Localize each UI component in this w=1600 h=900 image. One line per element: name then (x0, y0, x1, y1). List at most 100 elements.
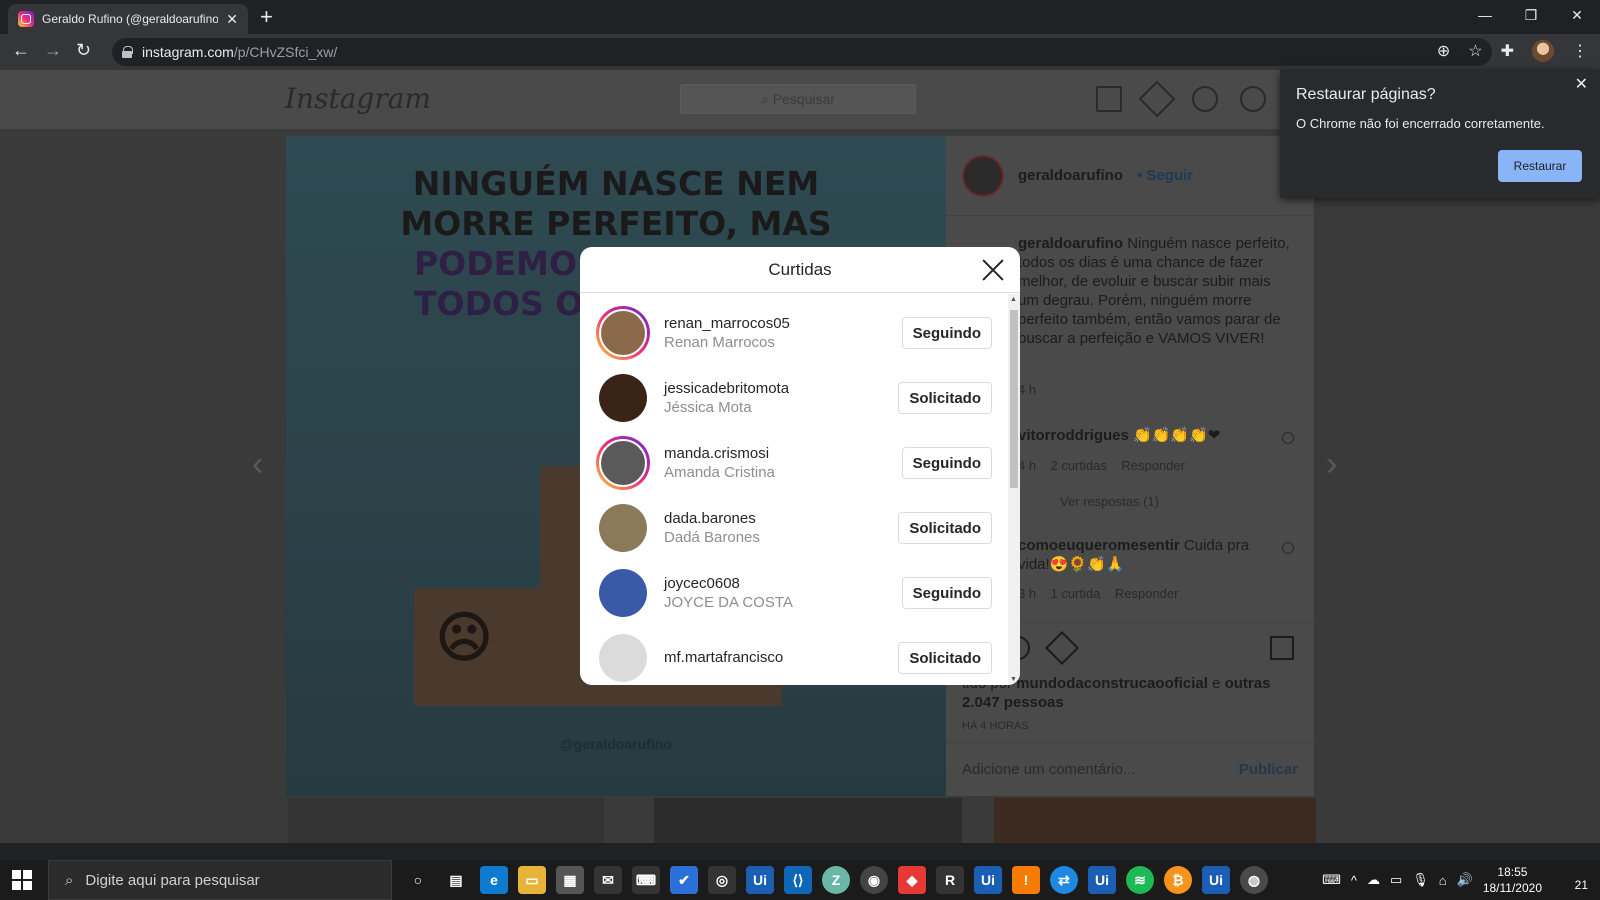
modal-scrollbar[interactable]: ▲ ▼ (1008, 294, 1020, 685)
comment-1-reply[interactable]: Responder (1121, 458, 1185, 473)
keyboard-icon[interactable]: ⌨ (1322, 872, 1341, 888)
zoom-icon[interactable]: ⊕ (1437, 41, 1450, 61)
obs-icon[interactable]: ◎ (708, 866, 736, 894)
follow-status-button[interactable]: Solicitado (898, 642, 992, 674)
user-avatar[interactable] (596, 501, 650, 555)
follow-status-button[interactable]: Seguindo (901, 577, 992, 609)
chrome-icon[interactable]: ◍ (1240, 866, 1268, 894)
author-avatar[interactable] (962, 154, 1004, 197)
user-username[interactable]: renan_marrocos05 (664, 315, 902, 332)
cortana-icon[interactable]: ○ (404, 866, 432, 894)
close-tab-icon[interactable]: ✕ (226, 11, 238, 28)
bitcoin-icon[interactable]: ₿ (1164, 866, 1192, 894)
mail-icon[interactable]: ✉ (594, 866, 622, 894)
follow-button[interactable]: • Seguir (1137, 167, 1193, 184)
likes-list-item[interactable]: jessicadebritomota Jéssica Mota Solicitado (580, 365, 1008, 431)
extensions-puzzle-icon[interactable]: ✚ (1501, 41, 1514, 61)
uipath-studio-icon[interactable]: Ui (974, 866, 1002, 894)
file-explorer-icon[interactable]: ▭ (518, 866, 546, 894)
rstudio-icon[interactable]: R (936, 866, 964, 894)
comment-1-username[interactable]: vitorroddrigues (1018, 427, 1129, 444)
user-username[interactable]: manda.crismosi (664, 445, 902, 462)
uipath-icon[interactable]: Ui (746, 866, 774, 894)
onedrive-icon[interactable]: ☁ (1367, 872, 1380, 888)
volume-icon[interactable]: 🔊 (1457, 872, 1473, 888)
comment-2-username[interactable]: comoeuqueromesentir (1018, 537, 1180, 554)
comment-1-likes[interactable]: 2 curtidas (1051, 458, 1107, 473)
explore-icon[interactable] (1192, 86, 1218, 112)
user-username[interactable]: joycec0608 (664, 575, 902, 592)
windows-start-icon[interactable] (12, 870, 32, 890)
spotify-icon[interactable]: ≋ (1126, 866, 1154, 894)
scrollbar-thumb[interactable] (1010, 310, 1018, 488)
home-icon[interactable] (1096, 86, 1122, 112)
restore-button[interactable]: Restaurar (1498, 150, 1582, 182)
vscode-icon[interactable]: ⟨⟩ (784, 866, 812, 894)
reload-icon[interactable]: ↻ (76, 40, 91, 61)
todo-icon[interactable]: ✔ (670, 866, 698, 894)
activity-heart-icon[interactable] (1240, 86, 1266, 112)
likes-list-item[interactable]: renan_marrocos05 Renan Marrocos Seguindo (580, 300, 1008, 366)
caption-username[interactable]: geraldoarufino (1018, 235, 1123, 252)
teamviewer-icon[interactable]: ⇄ (1050, 866, 1078, 894)
uipath-robot-icon[interactable]: Ui (1202, 866, 1230, 894)
direct-icon[interactable] (1138, 80, 1176, 118)
edge-icon[interactable]: e (480, 866, 508, 894)
grid-thumbnail-2[interactable] (654, 798, 962, 843)
grid-thumbnail-3[interactable] (994, 798, 1316, 843)
wifi-icon[interactable]: ⌂ (1439, 873, 1447, 888)
clock[interactable]: 18:55 18/11/2020 (1483, 864, 1542, 896)
address-bar[interactable]: instagram.com/p/CHvZSfci_xw/ (112, 38, 1492, 66)
steam-icon[interactable]: ◉ (860, 866, 888, 894)
comment-1-like-heart-icon[interactable] (1282, 432, 1294, 444)
comment-2-likes[interactable]: 1 curtida (1051, 586, 1101, 601)
menu-dots-icon[interactable]: ⋮ (1572, 41, 1588, 61)
likes-list-item[interactable]: joycec0608 JOYCE DA COSTA Seguindo (580, 560, 1008, 626)
comment-2-like-heart-icon[interactable] (1282, 542, 1294, 554)
show-hidden-icons-icon[interactable]: ^ (1351, 873, 1357, 888)
user-avatar[interactable] (596, 631, 650, 685)
taskbar-search-input[interactable]: ⌕ Digite aqui para pesquisar (48, 860, 392, 900)
save-bookmark-icon[interactable] (1270, 636, 1294, 660)
previous-post-arrow-icon[interactable]: ‹ (252, 445, 263, 484)
follow-status-button[interactable]: Solicitado (898, 512, 992, 544)
close-icon[interactable] (980, 257, 1006, 283)
share-icon[interactable] (1045, 631, 1079, 665)
user-avatar[interactable] (596, 566, 650, 620)
likes-list-item[interactable]: dada.barones Dadá Barones Solicitado (580, 495, 1008, 561)
user-username[interactable]: jessicadebritomota (664, 380, 898, 397)
author-username[interactable]: geraldoarufino (1018, 167, 1123, 184)
task-view-icon[interactable]: ▤ (442, 866, 470, 894)
user-username[interactable]: dada.barones (664, 510, 898, 527)
user-username[interactable]: mf.martafrancisco (664, 649, 898, 666)
likes-list-item[interactable]: mf.martafrancisco Solicitado (580, 625, 1008, 685)
back-arrow-icon[interactable]: ← (12, 40, 30, 61)
liked-by-user[interactable]: mundodaconstrucaooficial (1016, 675, 1208, 692)
lock-icon[interactable] (122, 46, 133, 58)
view-replies-link[interactable]: Ver respostas (1) (1060, 494, 1159, 509)
close-window-button[interactable]: ✕ (1554, 0, 1600, 30)
scroll-up-icon[interactable]: ▲ (1010, 296, 1017, 303)
publish-button[interactable]: Publicar (1239, 761, 1298, 778)
follow-status-button[interactable]: Solicitado (898, 382, 992, 414)
profile-avatar[interactable] (1532, 40, 1554, 62)
forward-arrow-icon[interactable]: → (44, 40, 62, 61)
next-post-arrow-icon[interactable]: › (1326, 445, 1337, 484)
user-avatar[interactable] (596, 436, 650, 490)
uipath-assistant-icon[interactable]: Ui (1088, 866, 1116, 894)
power-icon[interactable]: ! (1012, 866, 1040, 894)
browser-tab[interactable]: Geraldo Rufino (@geraldoarufino ✕ (8, 4, 248, 34)
instagram-logo[interactable]: Instagram (285, 82, 431, 115)
bookmark-star-icon[interactable]: ☆ (1468, 41, 1482, 61)
grid-thumbnail-1[interactable] (288, 798, 604, 843)
microphone-icon[interactable]: 🎙 (1412, 872, 1429, 888)
notifications-icon[interactable]: 21 (1562, 868, 1588, 892)
close-icon[interactable]: ✕ (1575, 74, 1588, 94)
search-input[interactable]: ⌕ Pesquisar (680, 84, 916, 114)
user-avatar[interactable] (596, 371, 650, 425)
new-tab-button[interactable]: + (260, 4, 273, 30)
anydesk-icon[interactable]: ◆ (898, 866, 926, 894)
store-icon[interactable]: ▦ (556, 866, 584, 894)
network-icon[interactable]: ▭ (1390, 872, 1402, 888)
scroll-down-icon[interactable]: ▼ (1010, 676, 1017, 683)
